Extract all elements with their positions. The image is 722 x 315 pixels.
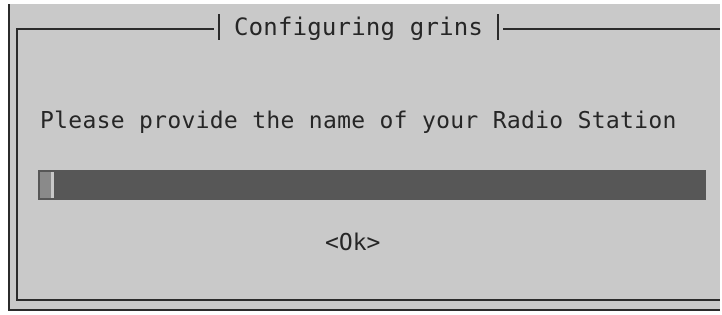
ok-button[interactable]: <Ok> [325, 230, 380, 256]
config-dialog: Configuring grins Please provide the nam… [8, 4, 720, 311]
dialog-prompt: Please provide the name of your Radio St… [40, 108, 677, 134]
radio-station-name-input[interactable] [38, 170, 706, 200]
dialog-frame [16, 28, 720, 301]
text-cursor [40, 172, 54, 198]
terminal-screen: Configuring grins Please provide the nam… [0, 0, 722, 315]
dialog-title-bar: Configuring grins [214, 10, 504, 44]
title-right-bracket [497, 14, 500, 40]
dialog-title: Configuring grins [234, 13, 484, 41]
